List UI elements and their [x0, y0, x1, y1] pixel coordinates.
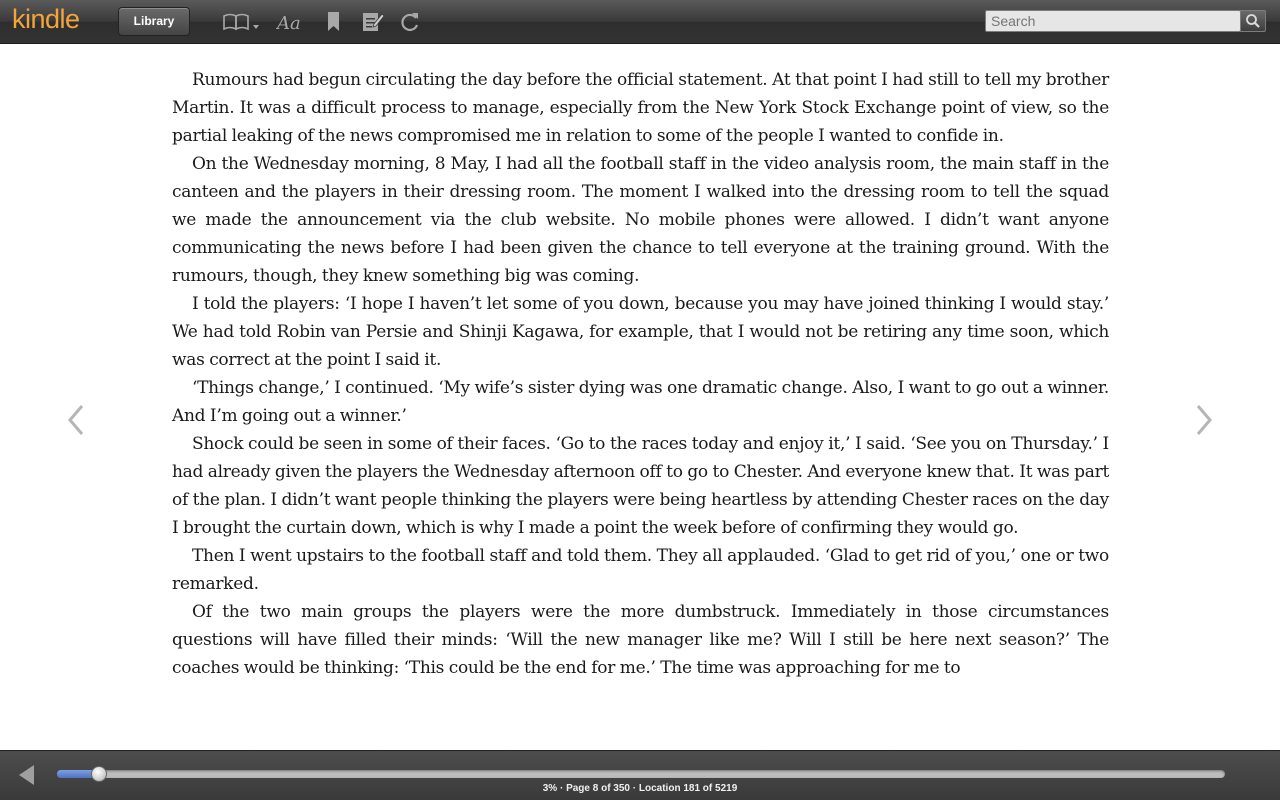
library-button[interactable]: Library — [118, 7, 190, 36]
reading-progress-slider[interactable] — [57, 766, 1225, 782]
book-paragraph: Then I went upstairs to the football sta… — [172, 546, 1109, 594]
font-size-icon[interactable]: Aa — [275, 10, 304, 34]
bookmark-icon[interactable] — [324, 10, 352, 34]
book-paragraph: Of the two main groups the players were … — [172, 602, 1109, 678]
top-toolbar: kindle Library Aa — [0, 0, 1280, 44]
book-paragraph: I told the players: ‘I hope I haven’t le… — [172, 294, 1109, 370]
book-page-text: Rumours had begun circulating the day be… — [172, 66, 1109, 682]
book-paragraph: On the Wednesday morning, 8 May, I had a… — [172, 154, 1109, 286]
kindle-logo: kindle — [12, 4, 80, 34]
next-page-button[interactable] — [1192, 400, 1216, 440]
bottom-progress-bar: 3% · Page 8 of 350 · Location 181 of 521… — [0, 750, 1280, 800]
search-input[interactable] — [985, 10, 1241, 32]
location-info: 3% · Page 8 of 350 · Location 181 of 521… — [542, 783, 738, 794]
book-menu-icon[interactable] — [221, 10, 259, 34]
notes-icon[interactable] — [361, 10, 389, 34]
previous-page-button[interactable] — [64, 400, 88, 440]
chevron-left-icon — [68, 405, 84, 435]
search-icon — [1246, 14, 1260, 28]
book-paragraph: Shock could be seen in some of their fac… — [172, 434, 1109, 538]
sync-icon[interactable] — [398, 10, 426, 34]
svg-text:Aa: Aa — [276, 13, 301, 34]
search-button[interactable] — [1240, 10, 1266, 32]
chevron-right-icon — [1196, 405, 1212, 435]
book-paragraph: ‘Things change,’ I continued. ‘My wife’s… — [172, 378, 1109, 426]
progress-thumb[interactable] — [91, 766, 107, 782]
book-paragraph: Rumours had begun circulating the day be… — [172, 70, 1109, 146]
